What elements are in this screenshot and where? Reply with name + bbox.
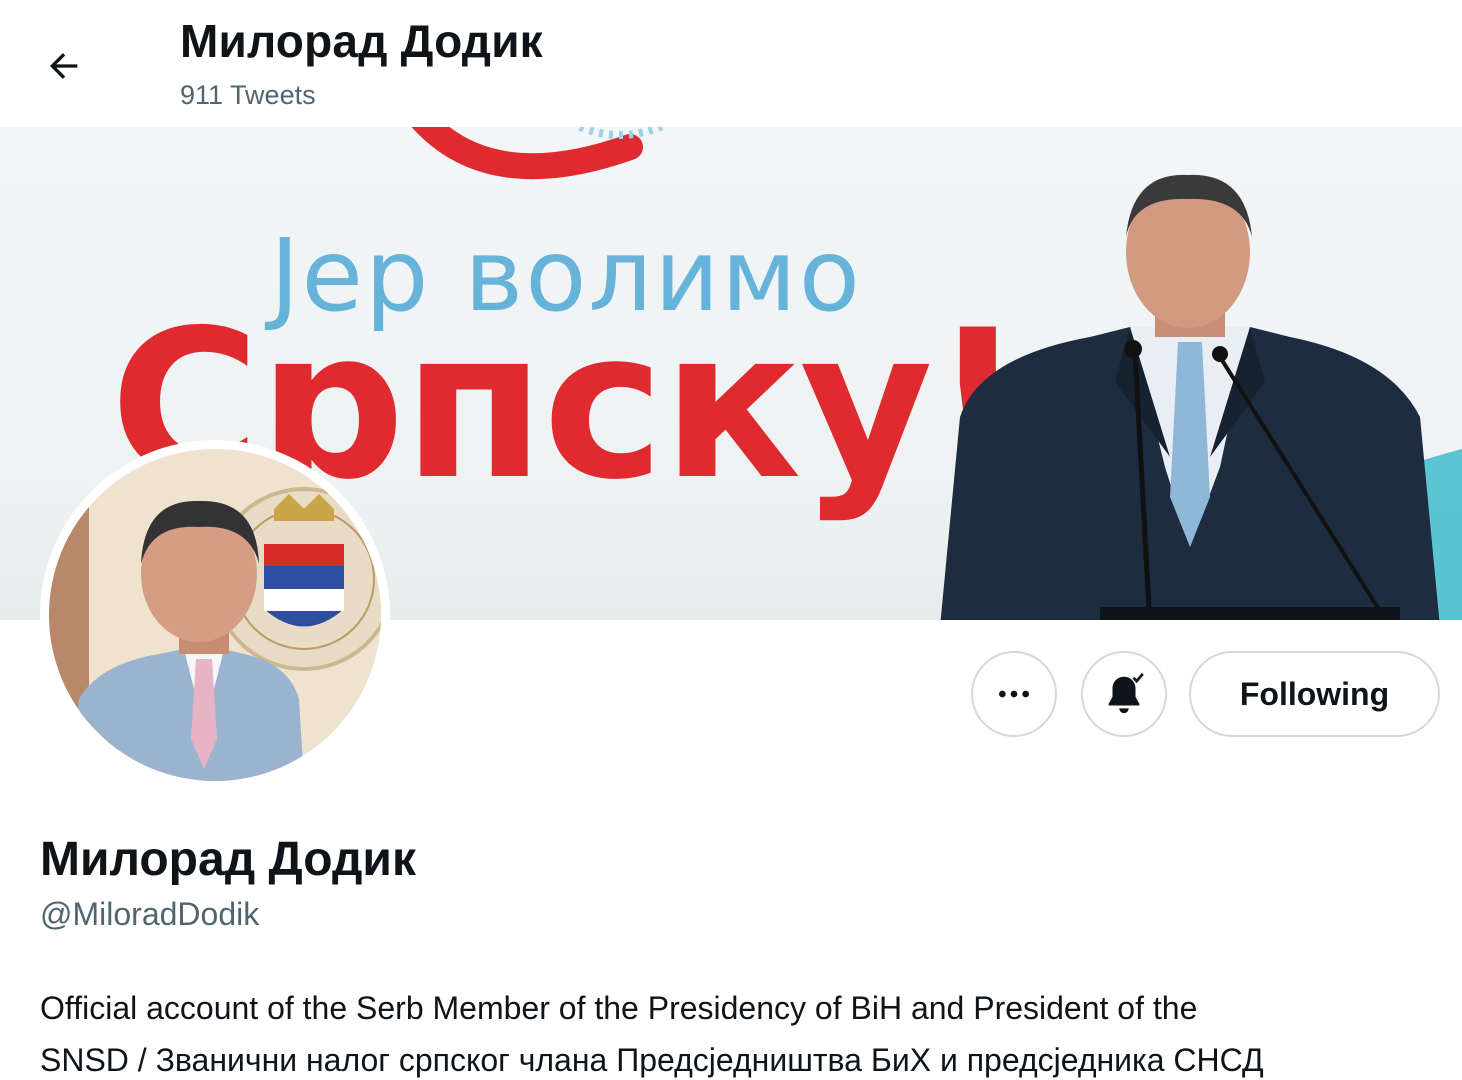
profile-header: Милорад Додик 911 Tweets (0, 0, 1462, 127)
following-button[interactable]: Following (1189, 651, 1440, 737)
bell-subscribed-icon (1108, 673, 1144, 714)
profile-name: Милорад Додик (40, 833, 416, 886)
avatar-photo (49, 449, 381, 781)
header-title: Милорад Додик (180, 15, 543, 67)
more-horizontal-icon (999, 690, 1029, 698)
profile-handle: @MiloradDodik (40, 896, 260, 932)
arrow-left-icon (50, 53, 78, 79)
back-button[interactable] (28, 30, 100, 102)
profile-bio: Official account of the Serb Member of t… (40, 982, 1450, 1080)
more-options-button[interactable] (971, 651, 1057, 737)
profile-avatar[interactable] (40, 440, 390, 790)
avatar-illustration (49, 449, 381, 781)
profile-page: Милорад Додик 911 Tweets Јер волимо Српс… (0, 0, 1462, 1080)
bio-line: Official account of the Serb Member of t… (40, 990, 1198, 1026)
banner-speaker-photo (940, 174, 1440, 620)
notifications-button[interactable] (1081, 651, 1167, 737)
bio-line: SNSD / Званични налог српског члана Пред… (40, 1042, 1264, 1078)
banner-swoosh-graphic (411, 127, 670, 180)
tweet-count: 911 Tweets (180, 80, 316, 110)
